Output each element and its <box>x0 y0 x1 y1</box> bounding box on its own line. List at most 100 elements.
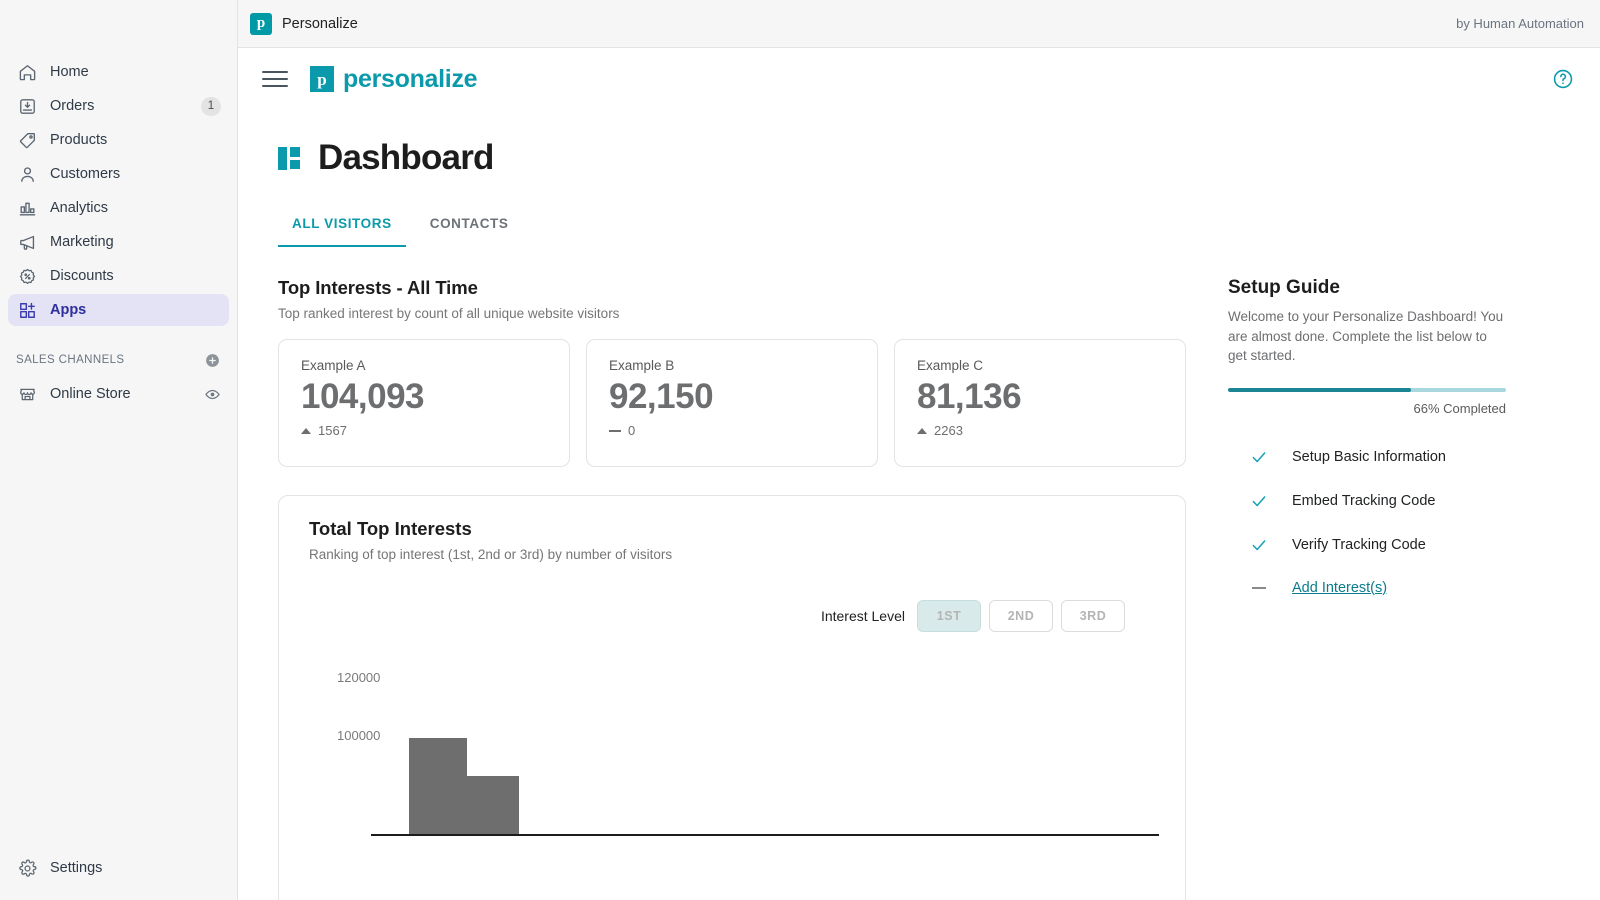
sidebar-item-apps[interactable]: Apps <box>8 294 229 326</box>
megaphone-icon <box>16 231 38 253</box>
top-interests-title: Top Interests - All Time <box>278 277 478 298</box>
checklist-item[interactable]: Add Interest(s) <box>1228 580 1574 596</box>
stat-card[interactable]: Example B 92,150 0 <box>586 339 878 467</box>
stat-card-delta-value: 2263 <box>934 423 963 438</box>
topbar-attribution: by Human Automation <box>1456 16 1584 31</box>
check-icon <box>1250 492 1268 510</box>
tab-contacts[interactable]: CONTACTS <box>416 206 523 247</box>
question-circle-icon[interactable] <box>1552 68 1574 90</box>
checklist-item-label: Embed Tracking Code <box>1292 492 1436 509</box>
eye-icon[interactable] <box>204 386 221 403</box>
dashboard-tabs: ALL VISITORS CONTACTS <box>262 206 1574 247</box>
stat-card-list: Example A 104,093 1567 Example B 92,150 <box>278 339 1186 467</box>
sidebar-item-home[interactable]: Home <box>8 56 229 88</box>
sidebar-item-analytics[interactable]: Analytics <box>8 192 229 224</box>
page-content: Dashboard ALL VISITORS CONTACTS Top Inte… <box>238 110 1600 900</box>
total-top-interests-panel: Total Top Interests Ranking of top inter… <box>278 495 1186 900</box>
stat-card-delta: 1567 <box>301 423 547 438</box>
setup-guide-column: Setup Guide Welcome to your Personalize … <box>1186 277 1574 900</box>
sidebar: Home Orders 1 Products Customers Analyti… <box>0 0 238 900</box>
sidebar-item-label: Settings <box>50 860 103 876</box>
add-interests-link[interactable]: Add Interest(s) <box>1292 580 1387 596</box>
app-root: Home Orders 1 Products Customers Analyti… <box>0 0 1600 900</box>
sidebar-item-label: Customers <box>50 166 121 182</box>
stat-card-delta-value: 1567 <box>318 423 347 438</box>
orders-icon <box>16 95 38 117</box>
topbar-app-identity: p Personalize <box>250 12 358 35</box>
level-button-1st[interactable]: 1ST <box>917 600 981 632</box>
sidebar-item-marketing[interactable]: Marketing <box>8 226 229 258</box>
sidebar-item-label: Discounts <box>50 268 114 284</box>
sidebar-item-discounts[interactable]: Discounts <box>8 260 229 292</box>
stat-card-delta: 0 <box>609 423 855 438</box>
sidebar-item-label: Home <box>50 64 89 80</box>
dashboard-main-column: Top Interests - All Time Top ranked inte… <box>262 277 1186 900</box>
checklist-item[interactable]: Embed Tracking Code <box>1228 492 1574 510</box>
checklist-item-label: Verify Tracking Code <box>1292 536 1426 553</box>
check-icon <box>1250 536 1268 554</box>
tab-all-visitors[interactable]: ALL VISITORS <box>278 206 406 247</box>
sidebar-item-label: Online Store <box>50 386 131 402</box>
main-region: p Personalize by Human Automation p pers… <box>238 0 1600 900</box>
setup-progress: 66% Completed <box>1228 387 1507 416</box>
top-interests-subtitle: Top ranked interest by count of all uniq… <box>278 306 620 321</box>
progress-fill <box>1228 387 1412 392</box>
dashboard-grid-icon <box>278 147 300 170</box>
stat-card-delta-value: 0 <box>628 423 636 438</box>
interest-level-label: Interest Level <box>820 608 905 624</box>
setup-guide-description: Welcome to your Personalize Dashboard! Y… <box>1228 309 1504 363</box>
stat-card-value: 104,093 <box>301 377 425 416</box>
stat-card[interactable]: Example A 104,093 1567 <box>278 339 570 467</box>
interest-level-control: Interest Level 1ST 2ND 3RD <box>309 600 1159 632</box>
level-button-2nd[interactable]: 2ND <box>989 600 1053 632</box>
embedded-app-topbar: p Personalize by Human Automation <box>238 0 1600 48</box>
progress-track <box>1228 387 1506 392</box>
checklist-item[interactable]: Verify Tracking Code <box>1228 536 1574 554</box>
tag-icon <box>16 129 38 151</box>
home-icon <box>16 61 38 83</box>
person-icon <box>16 163 38 185</box>
check-icon <box>1250 448 1268 466</box>
topbar-app-title: Personalize <box>282 15 358 32</box>
y-axis-tick-label: 120000 <box>337 670 381 685</box>
chart-bar <box>409 738 467 834</box>
brand-logo[interactable]: p personalize <box>310 65 478 94</box>
sales-channels-label: SALES CHANNELS <box>16 354 125 366</box>
discount-icon <box>16 265 38 287</box>
checklist-item[interactable]: Setup Basic Information <box>1228 448 1574 466</box>
interest-level-segmented: 1ST 2ND 3RD <box>917 600 1125 632</box>
sidebar-item-online-store[interactable]: Online Store <box>8 378 229 410</box>
brand-mark: p <box>310 66 334 92</box>
gear-icon <box>16 857 38 879</box>
level-button-3rd[interactable]: 3RD <box>1061 600 1125 632</box>
sidebar-item-orders[interactable]: Orders 1 <box>8 90 229 122</box>
app-header: p personalize <box>238 48 1600 110</box>
chart-subtitle: Ranking of top interest (1st, 2nd or 3rd… <box>309 547 673 562</box>
stat-card-value: 81,136 <box>917 377 1022 416</box>
checklist-item-label: Setup Basic Information <box>1292 448 1446 465</box>
x-axis-line <box>371 834 1159 836</box>
stat-card-delta: 2263 <box>917 423 1163 438</box>
stat-card-label: Example A <box>301 358 366 373</box>
sidebar-item-label: Marketing <box>50 234 114 250</box>
add-channel-plus-icon[interactable] <box>204 352 221 369</box>
sidebar-item-label: Analytics <box>50 200 109 216</box>
stat-card[interactable]: Example C 81,136 2263 <box>894 339 1186 467</box>
bar-chart-plot: 120000 100000 <box>309 656 1159 836</box>
chart-title: Total Top Interests <box>309 518 472 539</box>
chart-bar <box>461 776 519 834</box>
sidebar-item-customers[interactable]: Customers <box>8 158 229 190</box>
sidebar-item-products[interactable]: Products <box>8 124 229 156</box>
sidebar-item-settings[interactable]: Settings <box>8 852 229 884</box>
sidebar-item-label: Products <box>50 132 108 148</box>
trend-up-icon <box>917 427 927 434</box>
pending-dash-icon <box>1250 586 1268 589</box>
y-axis-tick-label: 100000 <box>337 728 381 743</box>
sidebar-item-label: Apps <box>50 302 87 318</box>
hamburger-icon[interactable] <box>262 66 288 92</box>
sales-channels-header: SALES CHANNELS <box>8 346 229 374</box>
setup-guide-title: Setup Guide <box>1228 277 1340 298</box>
setup-checklist: Setup Basic Information Embed Tracking C… <box>1228 448 1574 596</box>
progress-label: 66% Completed <box>1413 400 1507 416</box>
page-title: Dashboard <box>318 138 494 177</box>
